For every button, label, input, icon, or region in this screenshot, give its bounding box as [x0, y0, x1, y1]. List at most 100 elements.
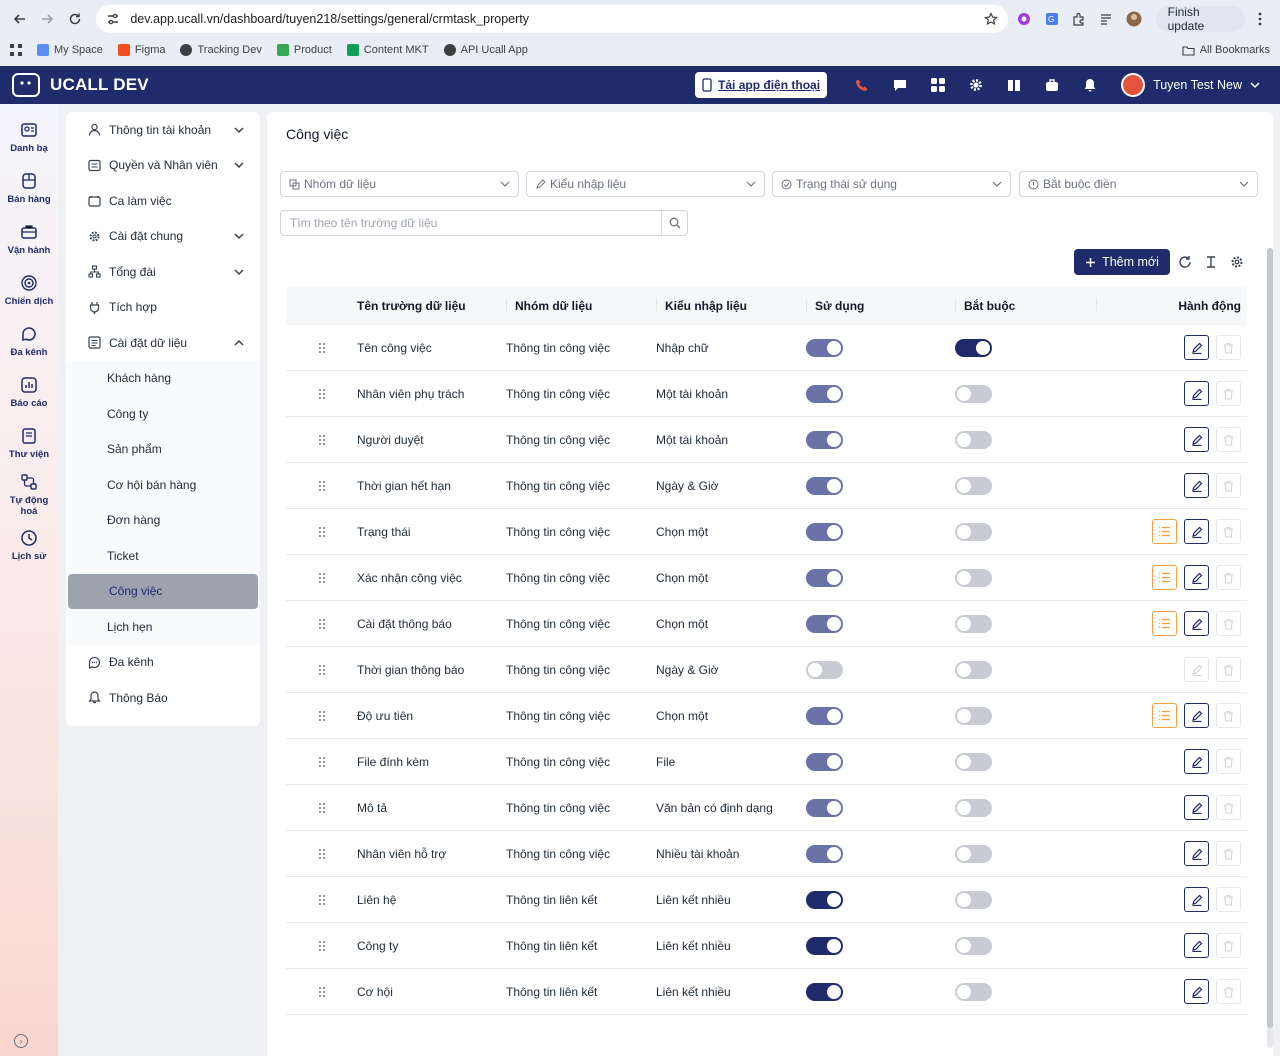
site-info-icon[interactable] [106, 12, 120, 26]
required-toggle[interactable] [955, 982, 992, 1001]
filter-data-group[interactable]: Nhóm dữ liệu [280, 171, 519, 197]
delete-button[interactable] [1216, 565, 1241, 590]
back-icon[interactable] [8, 6, 31, 32]
field-options-button[interactable] [1152, 703, 1177, 728]
user-menu[interactable]: Tuyen Test New [1121, 73, 1260, 97]
apps-grid-icon[interactable] [10, 44, 22, 56]
extension-purple-icon[interactable] [1012, 6, 1035, 32]
required-toggle[interactable] [955, 706, 992, 725]
chat-icon[interactable] [891, 76, 909, 94]
rail-item-contacts[interactable]: Danh bạ [0, 112, 58, 163]
bookmark-star-icon[interactable] [984, 12, 999, 26]
required-toggle[interactable] [955, 476, 992, 495]
delete-button[interactable] [1216, 887, 1241, 912]
required-toggle[interactable] [955, 568, 992, 587]
in-use-toggle[interactable] [806, 660, 843, 679]
translate-icon[interactable]: G [1040, 6, 1063, 32]
bookmark-my-space[interactable]: My Space [37, 44, 103, 56]
required-toggle[interactable] [955, 430, 992, 449]
delete-button[interactable] [1216, 427, 1241, 452]
gear-icon[interactable] [967, 76, 985, 94]
extensions-puzzle-icon[interactable] [1067, 6, 1090, 32]
in-use-toggle[interactable] [806, 338, 843, 357]
search-icon[interactable] [661, 211, 687, 235]
delete-button[interactable] [1216, 611, 1241, 636]
rail-item-report[interactable]: Báo cáo [0, 367, 58, 418]
settings-item-account-info[interactable]: Thông tin tài khoản [66, 112, 260, 148]
required-toggle[interactable] [955, 384, 992, 403]
in-use-toggle[interactable] [806, 384, 843, 403]
drag-handle-icon[interactable] [286, 434, 357, 446]
header-data-group[interactable]: Nhóm dữ liệu [506, 299, 656, 313]
delete-button[interactable] [1216, 657, 1241, 682]
edit-button[interactable] [1184, 335, 1209, 360]
required-toggle[interactable] [955, 660, 992, 679]
reload-icon[interactable] [63, 6, 86, 32]
bookmark-content-mkt[interactable]: Content MKT [346, 44, 429, 56]
drag-handle-icon[interactable] [286, 572, 357, 584]
rail-item-automation[interactable]: Tự động hoá [0, 469, 58, 520]
in-use-toggle[interactable] [806, 522, 843, 541]
settings-item-switchboard[interactable]: Tổng đài [66, 254, 260, 290]
edit-button[interactable] [1184, 887, 1209, 912]
edit-button[interactable] [1184, 933, 1209, 958]
apps-icon[interactable] [929, 76, 947, 94]
in-use-toggle[interactable] [806, 476, 843, 495]
header-in-use[interactable]: Sử dụng [806, 299, 955, 313]
delete-button[interactable] [1216, 933, 1241, 958]
drag-handle-icon[interactable] [286, 802, 357, 814]
filter-usage-status[interactable]: Trạng thái sử dụng [772, 171, 1011, 197]
collapse-rail-icon[interactable]: › [14, 1034, 28, 1048]
rail-item-omnichannel[interactable]: Đa kênh [0, 316, 58, 367]
rail-item-library[interactable]: Thư viện [0, 418, 58, 469]
field-options-button[interactable] [1152, 611, 1177, 636]
drag-handle-icon[interactable] [286, 848, 357, 860]
forward-icon[interactable] [35, 6, 58, 32]
brand-logo[interactable]: UCALL DEV [12, 73, 149, 97]
data-settings-subitem[interactable]: Công ty [66, 396, 260, 432]
finish-update-button[interactable]: Finish update [1155, 5, 1245, 33]
header-field-name[interactable]: Tên trường dữ liệu [357, 299, 506, 313]
edit-button[interactable] [1184, 473, 1209, 498]
briefcase-icon[interactable] [1043, 76, 1061, 94]
delete-button[interactable] [1216, 519, 1241, 544]
browser-menu-icon[interactable] [1249, 6, 1272, 32]
in-use-toggle[interactable] [806, 844, 843, 863]
reading-list-icon[interactable] [1095, 6, 1118, 32]
settings-item-data-settings[interactable]: Cài đặt dữ liệu [66, 325, 260, 361]
in-use-toggle[interactable] [806, 752, 843, 771]
required-toggle[interactable] [955, 338, 992, 357]
delete-button[interactable] [1216, 749, 1241, 774]
settings-item-omnichannel[interactable]: Đa kênh [66, 645, 260, 681]
required-toggle[interactable] [955, 798, 992, 817]
drag-handle-icon[interactable] [286, 940, 357, 952]
required-toggle[interactable] [955, 522, 992, 541]
data-settings-subitem[interactable]: Lịch hẹn [66, 609, 260, 645]
delete-button[interactable] [1216, 795, 1241, 820]
search-input[interactable]: Tìm theo tên trường dữ liệu [281, 216, 661, 230]
edit-button[interactable] [1184, 749, 1209, 774]
rail-item-campaign[interactable]: Chiến dịch [0, 265, 58, 316]
call-icon[interactable] [853, 76, 871, 94]
in-use-toggle[interactable] [806, 614, 843, 633]
bookmark-product[interactable]: Product [276, 44, 332, 56]
delete-button[interactable] [1216, 841, 1241, 866]
bell-icon[interactable] [1081, 76, 1099, 94]
edit-button[interactable] [1184, 519, 1209, 544]
table-settings-icon[interactable] [1230, 255, 1244, 269]
in-use-toggle[interactable] [806, 936, 843, 955]
field-options-button[interactable] [1152, 519, 1177, 544]
edit-button[interactable] [1184, 427, 1209, 452]
in-use-toggle[interactable] [806, 706, 843, 725]
settings-item-integrations[interactable]: Tích hợp [66, 290, 260, 326]
data-settings-subitem[interactable]: Sản phẩm [66, 432, 260, 468]
in-use-toggle[interactable] [806, 430, 843, 449]
settings-item-general-settings[interactable]: Cài đặt chung [66, 219, 260, 255]
delete-button[interactable] [1216, 381, 1241, 406]
profile-avatar-icon[interactable] [1122, 6, 1145, 32]
settings-item-permissions-staff[interactable]: Quyền và Nhân viên [66, 148, 260, 184]
scrollbar[interactable] [1267, 248, 1273, 1048]
edit-button[interactable] [1184, 841, 1209, 866]
in-use-toggle[interactable] [806, 982, 843, 1001]
drag-handle-icon[interactable] [286, 526, 357, 538]
